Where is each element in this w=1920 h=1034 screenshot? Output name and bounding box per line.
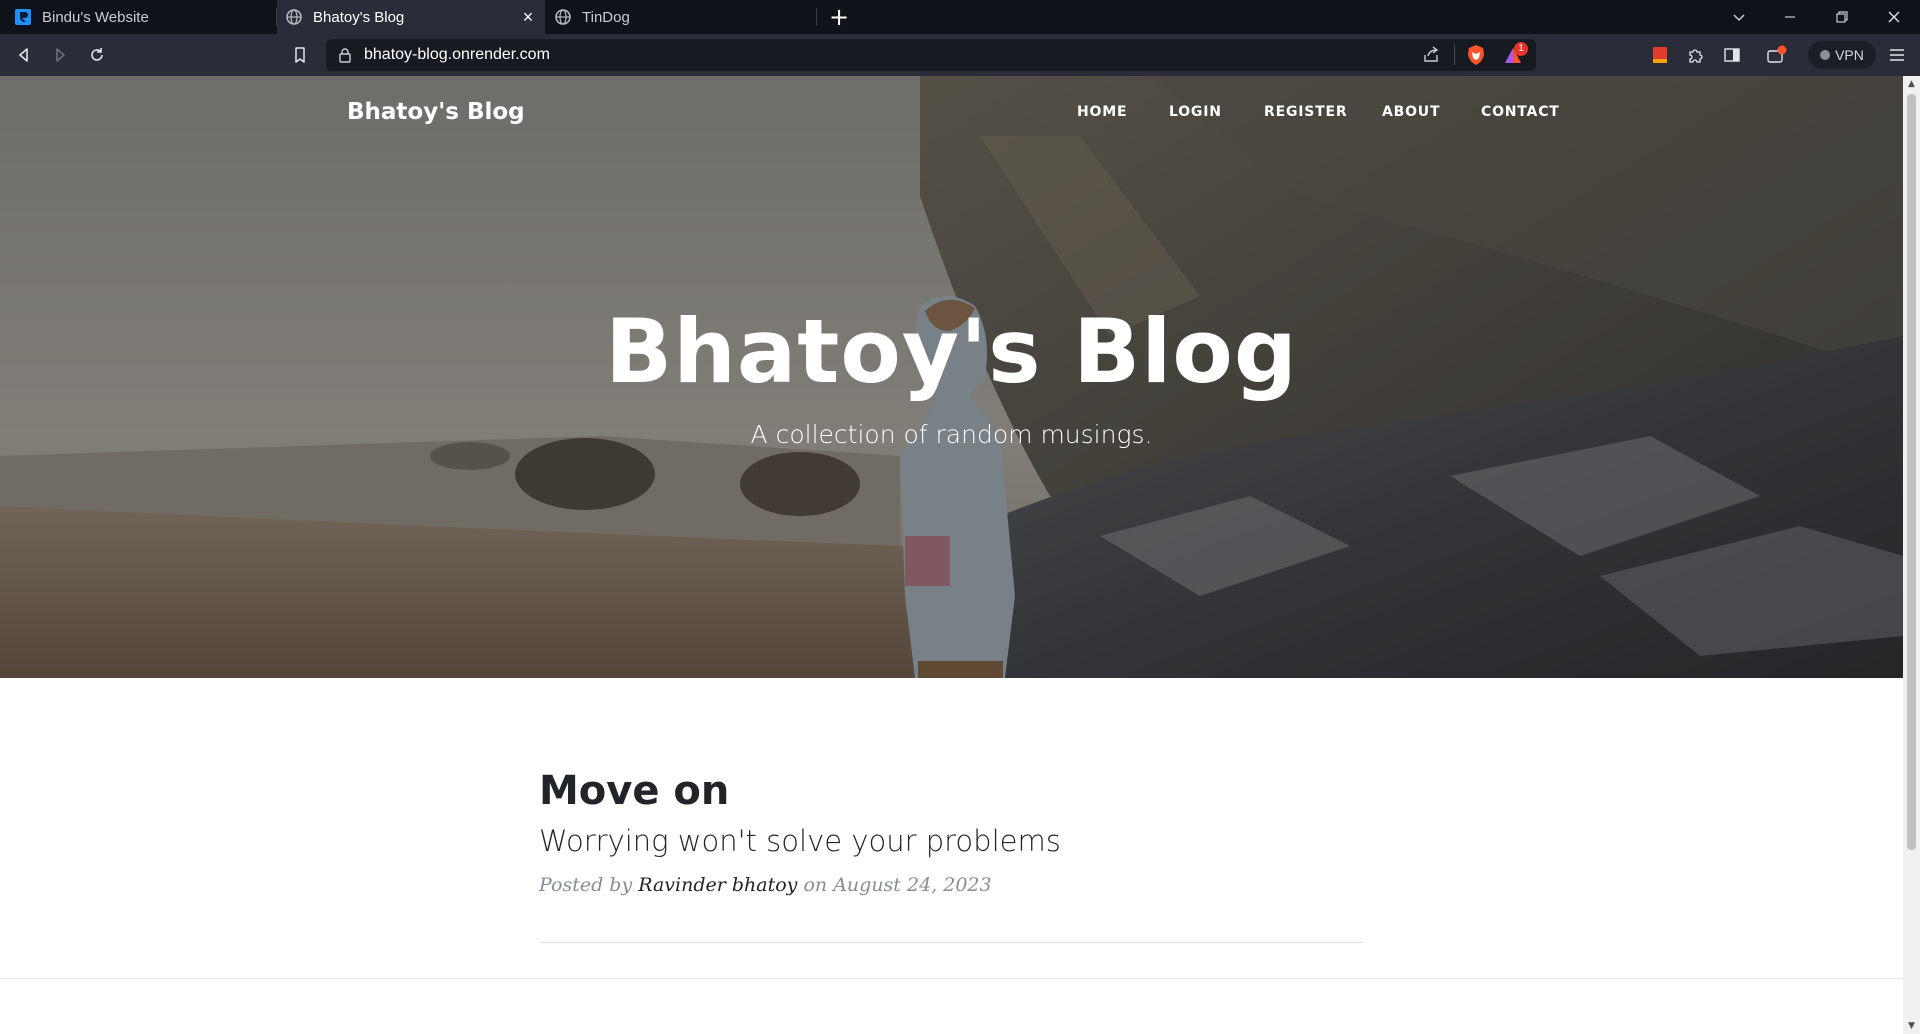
replit-icon	[14, 8, 32, 26]
menu-hamburger-icon[interactable]	[1884, 42, 1910, 68]
restore-window-icon[interactable]	[1822, 0, 1862, 34]
tab-title: Bindu's Website	[42, 8, 149, 26]
posted-by-label: Posted by	[539, 874, 633, 896]
post-meta: Posted by Ravinder bhatoy on August 24, …	[539, 872, 1363, 898]
page-scrollbar[interactable]: ▲ ▼	[1903, 76, 1920, 1034]
scrollbar-thumb[interactable]	[1907, 94, 1916, 850]
scroll-up-arrow-icon[interactable]: ▲	[1903, 76, 1920, 92]
browser-tab-bar: Bindu's Website Bhatoy's Blog × TinDog +	[0, 0, 1920, 34]
post-author-link[interactable]: Ravinder bhatoy	[638, 874, 797, 896]
share-icon[interactable]	[1422, 46, 1440, 68]
new-tab-button[interactable]: +	[826, 4, 852, 30]
url-text: bhatoy-blog.onrender.com	[364, 46, 550, 63]
tab-title: TinDog	[582, 8, 630, 26]
tab-tindog[interactable]: TinDog	[546, 0, 816, 34]
post-link[interactable]: Move on Worrying won't solve your proble…	[539, 766, 1363, 860]
forward-icon[interactable]	[47, 42, 73, 68]
tab-bindus-website[interactable]: Bindu's Website	[0, 0, 276, 34]
tab-list-chevron-icon[interactable]	[1719, 0, 1759, 34]
nav-login[interactable]: LOGIN	[1169, 103, 1222, 121]
reload-icon[interactable]	[84, 42, 110, 68]
address-bar[interactable]: bhatoy-blog.onrender.com 1	[326, 39, 1536, 71]
tab-bhatoys-blog[interactable]: Bhatoy's Blog ×	[277, 0, 545, 34]
nav-home[interactable]: HOME	[1077, 103, 1127, 121]
post-preview: Move on Worrying won't solve your proble…	[539, 766, 1363, 898]
brave-shields-icon[interactable]	[1466, 44, 1486, 70]
url-divider	[1454, 45, 1455, 65]
hero-header: Bhatoy's Blog HOME LOGIN REGISTER ABOUT …	[0, 76, 1903, 678]
post-divider	[539, 942, 1363, 943]
close-tab-icon[interactable]: ×	[519, 8, 537, 26]
page-viewport: Bhatoy's Blog HOME LOGIN REGISTER ABOUT …	[0, 76, 1903, 1034]
notification-badge: 1	[1514, 42, 1528, 56]
nav-register[interactable]: REGISTER	[1264, 103, 1347, 121]
tab-divider	[816, 8, 817, 26]
nav-about[interactable]: ABOUT	[1382, 103, 1440, 121]
back-icon[interactable]	[11, 42, 37, 68]
hero-subtitle: A collection of random musings.	[750, 420, 1153, 449]
hero-title: Bhatoy's Blog	[605, 300, 1298, 403]
globe-icon	[554, 8, 572, 26]
site-brand-link[interactable]: Bhatoy's Blog	[347, 96, 525, 128]
vpn-label: VPN	[1835, 47, 1864, 63]
sidebar-toggle-icon[interactable]	[1719, 42, 1745, 68]
nav-contact[interactable]: CONTACT	[1481, 103, 1560, 121]
close-window-icon[interactable]	[1874, 0, 1914, 34]
globe-icon	[285, 8, 303, 26]
vpn-button[interactable]: VPN	[1808, 41, 1876, 69]
vpn-status-icon	[1820, 50, 1831, 60]
post-title: Move on	[539, 768, 730, 814]
on-label: on	[803, 874, 828, 896]
tab-title: Bhatoy's Blog	[313, 8, 405, 26]
extension-red-icon[interactable]	[1647, 42, 1673, 68]
brave-wallet-icon[interactable]	[1764, 42, 1790, 68]
extensions-puzzle-icon[interactable]	[1683, 42, 1709, 68]
page-divider	[0, 978, 1903, 979]
lock-icon	[338, 47, 352, 67]
minimize-window-icon[interactable]	[1770, 0, 1810, 34]
post-subtitle: Worrying won't solve your problems	[539, 824, 1061, 858]
post-date: August 24, 2023	[833, 874, 992, 896]
scroll-down-arrow-icon[interactable]: ▼	[1903, 1018, 1920, 1034]
browser-toolbar: bhatoy-blog.onrender.com 1 VPN	[0, 34, 1920, 76]
bookmark-icon[interactable]	[287, 42, 313, 68]
